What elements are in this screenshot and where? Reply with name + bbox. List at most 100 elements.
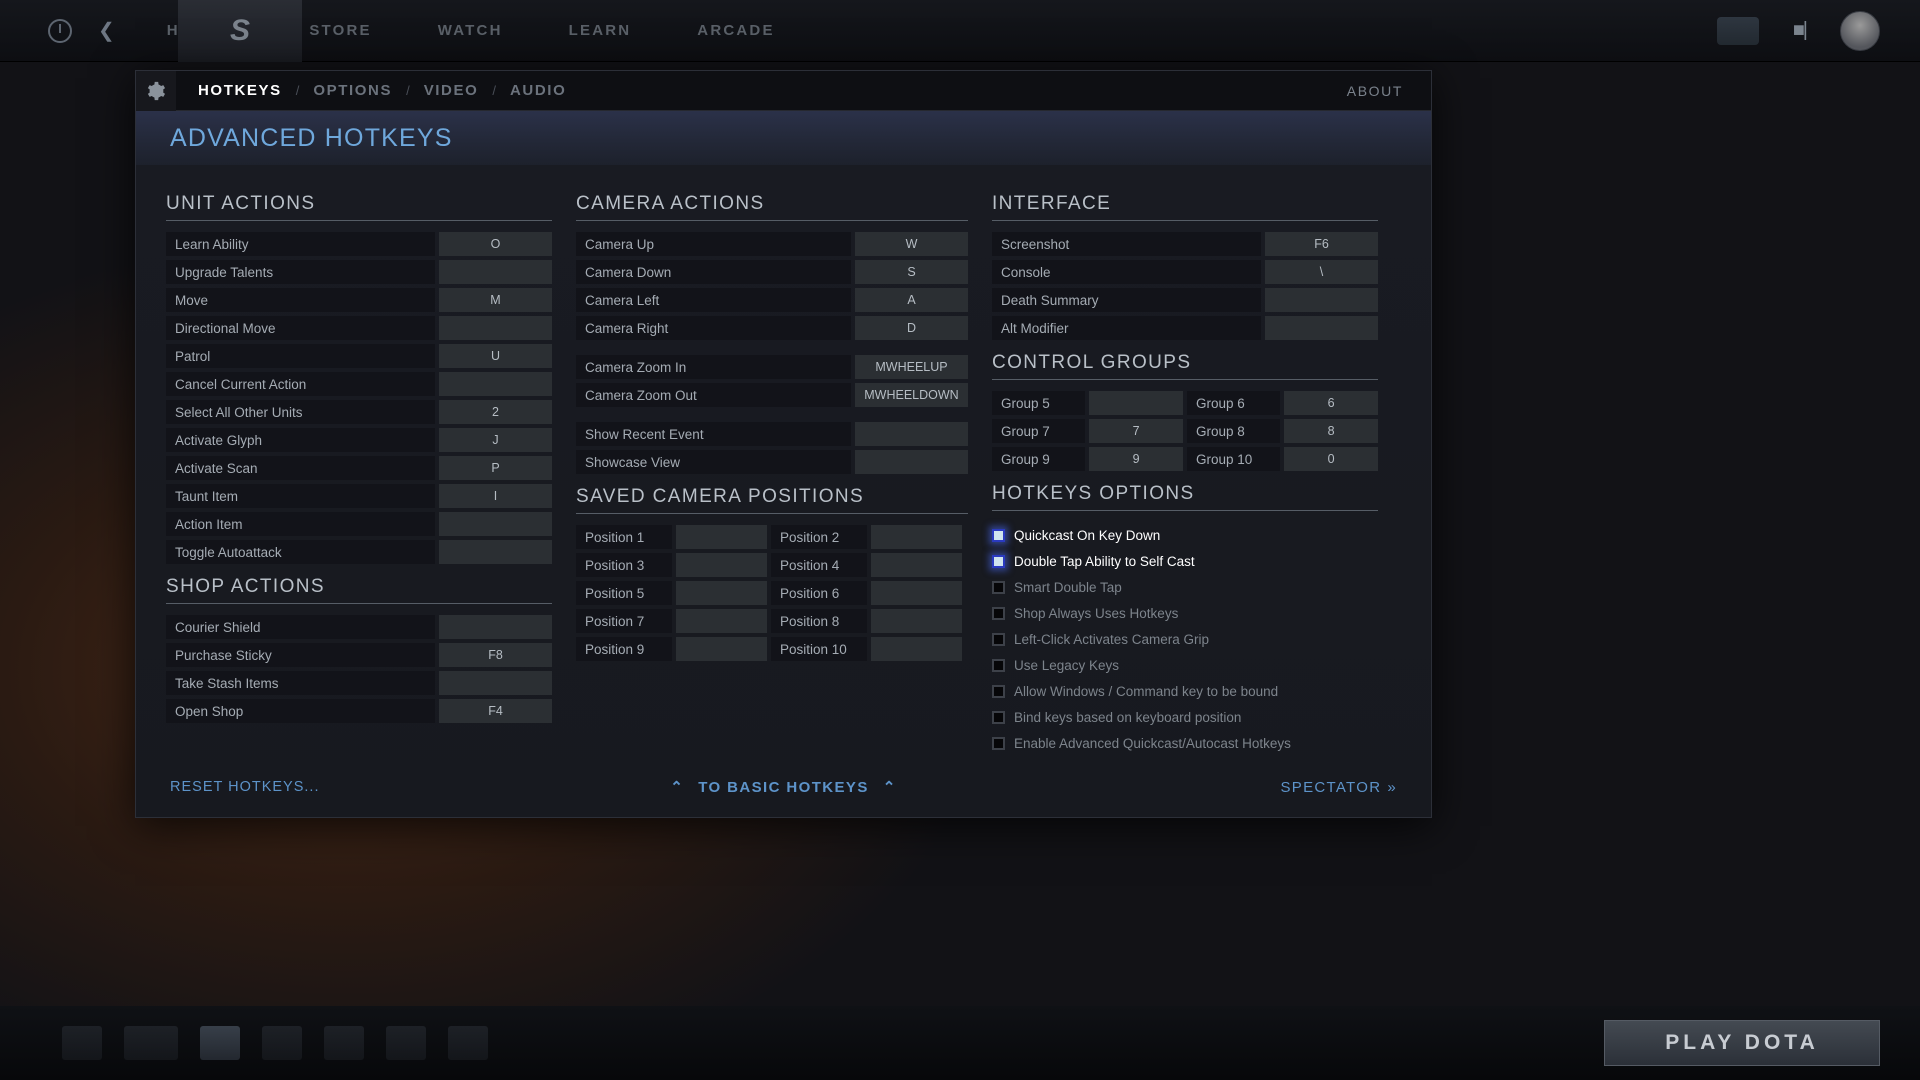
play-dota-button[interactable]: PLAY DOTA xyxy=(1604,1020,1880,1066)
hotkey-bind-field[interactable] xyxy=(676,637,767,661)
to-basic-hotkeys-button[interactable]: ⌃ TO BASIC HOTKEYS ⌃ xyxy=(670,778,896,797)
hotkey-bind-field[interactable]: A xyxy=(855,288,968,312)
hotkey-bind-field[interactable]: D xyxy=(855,316,968,340)
checkbox-unchecked-icon[interactable] xyxy=(992,736,1005,750)
hotkey-bind-field[interactable]: 6 xyxy=(1284,391,1378,415)
back-arrow-icon[interactable]: ❮ xyxy=(98,21,115,41)
hotkey-row: Learn Ability O xyxy=(166,232,552,256)
nav-item-store[interactable]: STORE xyxy=(309,22,371,39)
hotkey-bind-field[interactable] xyxy=(871,581,962,605)
hotkey-bind-field[interactable]: MWHEELDOWN xyxy=(855,383,968,407)
hotkey-option-row[interactable]: Use Legacy Keys xyxy=(992,652,1378,678)
bottom-icon-4[interactable] xyxy=(262,1026,302,1060)
bottom-icon-7[interactable] xyxy=(448,1026,488,1060)
nav-item-learn[interactable]: LEARN xyxy=(569,22,632,39)
nav-item-arcade[interactable]: ARCADE xyxy=(697,22,774,39)
checkbox-unchecked-icon[interactable] xyxy=(992,684,1005,698)
tab-hotkeys[interactable]: HOTKEYS xyxy=(198,82,282,99)
hotkey-bind-field[interactable]: U xyxy=(439,344,552,368)
hotkey-pair-row: Group 9 9 Group 10 0 xyxy=(992,447,1378,471)
hotkey-option-row[interactable]: Double Tap Ability to Self Cast xyxy=(992,548,1378,574)
hotkey-bind-field[interactable] xyxy=(439,540,552,564)
hotkey-option-row[interactable]: Bind keys based on keyboard position xyxy=(992,704,1378,730)
hotkey-row: Camera Left A xyxy=(576,288,968,312)
hotkey-bind-field[interactable] xyxy=(1265,288,1378,312)
tab-about[interactable]: ABOUT xyxy=(1347,83,1431,99)
hotkey-option-row[interactable]: Left-Click Activates Camera Grip xyxy=(992,626,1378,652)
section-rule xyxy=(576,513,968,514)
hotkey-option-row[interactable]: Smart Double Tap xyxy=(992,574,1378,600)
hotkey-bind-field[interactable]: 8 xyxy=(1284,419,1378,443)
hotkey-bind-field[interactable]: MWHEELUP xyxy=(855,355,968,379)
hotkey-bind-field[interactable]: F6 xyxy=(1265,232,1378,256)
friends-icon[interactable]: ■| xyxy=(1793,19,1808,42)
hotkey-bind-field[interactable]: P xyxy=(439,456,552,480)
tab-separator: / xyxy=(406,83,410,98)
hotkey-bind-field[interactable] xyxy=(439,671,552,695)
checkbox-checked-icon[interactable] xyxy=(992,528,1005,542)
hotkey-bind-field[interactable]: O xyxy=(439,232,552,256)
tab-separator: / xyxy=(492,83,496,98)
hotkey-bind-field[interactable] xyxy=(439,615,552,639)
hotkey-option-row[interactable]: Shop Always Uses Hotkeys xyxy=(992,600,1378,626)
hotkey-bind-field[interactable] xyxy=(676,609,767,633)
hotkey-row: Upgrade Talents xyxy=(166,260,552,284)
hotkey-bind-field[interactable]: I xyxy=(439,484,552,508)
tab-options[interactable]: OPTIONS xyxy=(313,82,392,99)
hotkey-bind-field[interactable]: 7 xyxy=(1089,419,1183,443)
hotkey-option-row[interactable]: Quickcast On Key Down xyxy=(992,522,1378,548)
hotkey-bind-field[interactable]: 9 xyxy=(1089,447,1183,471)
spectator-button[interactable]: SPECTATOR » xyxy=(1280,779,1397,796)
hotkey-bind-field[interactable] xyxy=(871,553,962,577)
hotkey-bind-field[interactable] xyxy=(439,512,552,536)
hotkey-bind-field[interactable] xyxy=(439,372,552,396)
hotkey-bind-field[interactable] xyxy=(871,609,962,633)
hotkey-bind-field[interactable] xyxy=(855,450,968,474)
hotkey-bind-field[interactable] xyxy=(676,525,767,549)
hotkey-bind-field[interactable]: \ xyxy=(1265,260,1378,284)
checkbox-unchecked-icon[interactable] xyxy=(992,580,1005,594)
hotkey-bind-field[interactable] xyxy=(1089,391,1183,415)
hotkey-bind-field[interactable] xyxy=(871,637,962,661)
hotkey-bind-field[interactable]: F8 xyxy=(439,643,552,667)
to-basic-hotkeys-label: TO BASIC HOTKEYS xyxy=(698,778,869,796)
checkbox-unchecked-icon[interactable] xyxy=(992,658,1005,672)
bottom-icon-2[interactable] xyxy=(124,1026,178,1060)
bottom-icon-5[interactable] xyxy=(324,1026,364,1060)
hotkey-bind-field[interactable]: S xyxy=(855,260,968,284)
nav-item-watch[interactable]: WATCH xyxy=(438,22,503,39)
user-avatar-icon[interactable] xyxy=(1840,10,1880,51)
section-heading-camera-actions: CAMERA ACTIONS xyxy=(576,193,765,214)
hotkey-option-row[interactable]: Allow Windows / Command key to be bound xyxy=(992,678,1378,704)
hotkey-row: Toggle Autoattack xyxy=(166,540,552,564)
hotkey-bind-field[interactable] xyxy=(676,581,767,605)
tab-audio[interactable]: AUDIO xyxy=(510,82,566,99)
hotkey-bind-field[interactable] xyxy=(871,525,962,549)
hotkey-bind-field[interactable]: M xyxy=(439,288,552,312)
hotkey-bind-field[interactable] xyxy=(855,422,968,446)
hotkey-bind-field[interactable]: W xyxy=(855,232,968,256)
chat-icon[interactable] xyxy=(1716,16,1759,45)
reset-hotkeys-button[interactable]: RESET HOTKEYS... xyxy=(170,779,320,795)
tab-video[interactable]: VIDEO xyxy=(424,82,479,99)
hotkey-bind-field[interactable]: 2 xyxy=(439,400,552,424)
checkbox-unchecked-icon[interactable] xyxy=(992,710,1005,724)
hotkey-bind-field[interactable]: J xyxy=(439,428,552,452)
checkbox-checked-icon[interactable] xyxy=(992,554,1005,568)
hotkey-bind-field[interactable]: F4 xyxy=(439,699,552,723)
gear-icon[interactable] xyxy=(136,70,176,111)
bottom-icon-6[interactable] xyxy=(386,1026,426,1060)
hotkey-option-row[interactable]: Enable Advanced Quickcast/Autocast Hotke… xyxy=(992,730,1378,756)
hotkey-bind-field[interactable] xyxy=(1265,316,1378,340)
home-circle-icon[interactable] xyxy=(48,18,72,43)
hotkey-bind-field[interactable]: 0 xyxy=(1284,447,1378,471)
bottom-icon-1[interactable] xyxy=(62,1026,102,1060)
hotkey-bind-field[interactable] xyxy=(676,553,767,577)
hotkey-action-label: Cancel Current Action xyxy=(166,372,435,396)
checkbox-unchecked-icon[interactable] xyxy=(992,606,1005,620)
hotkey-bind-field[interactable] xyxy=(439,316,552,340)
checkbox-unchecked-icon[interactable] xyxy=(992,632,1005,646)
bottom-icon-3[interactable] xyxy=(200,1026,240,1060)
hotkey-bind-field[interactable] xyxy=(439,260,552,284)
